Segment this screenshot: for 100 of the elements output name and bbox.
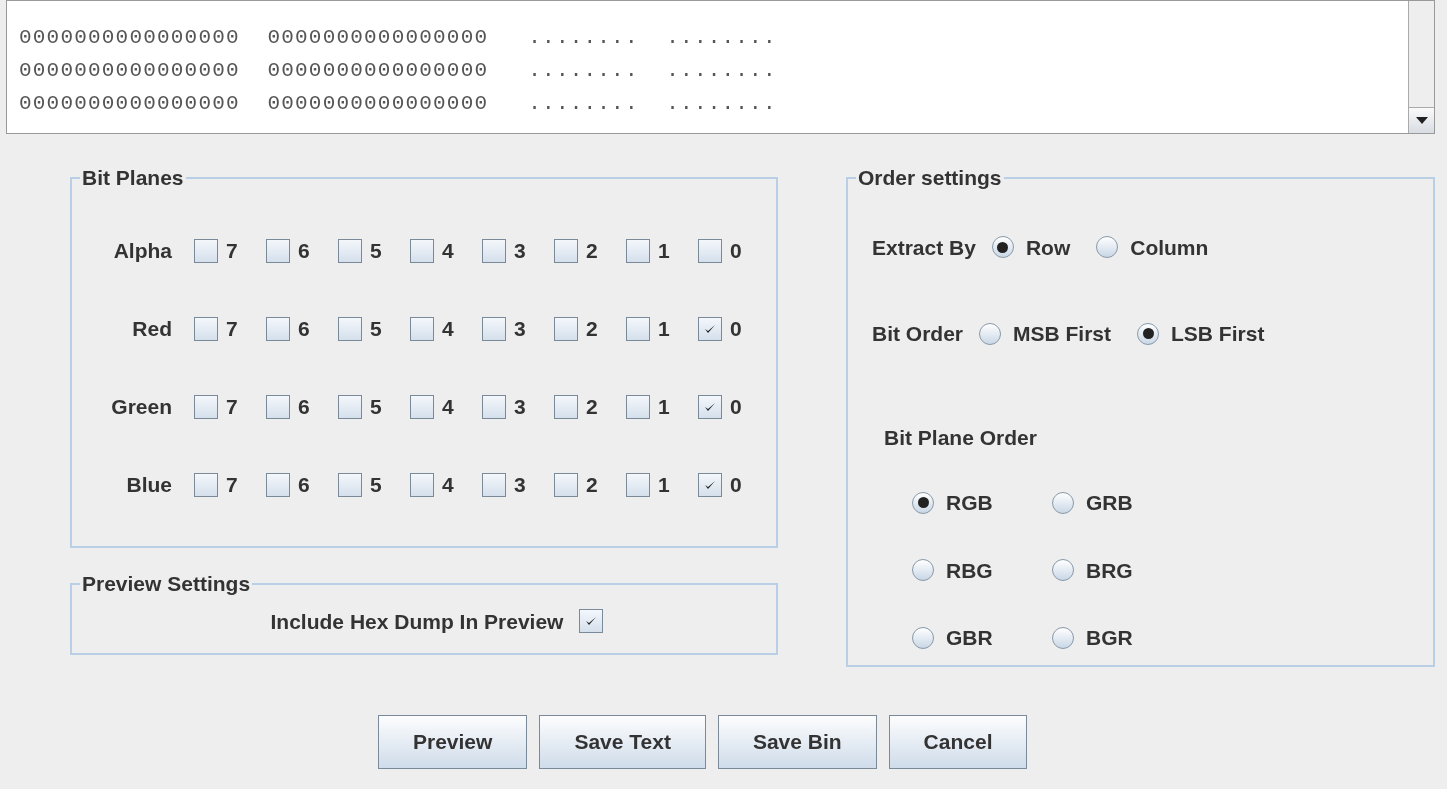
bit-label: 0 xyxy=(730,315,742,342)
bit-label: 5 xyxy=(370,393,382,420)
checkbox[interactable] xyxy=(554,238,578,263)
checkbox[interactable] xyxy=(698,316,722,341)
radio-label: BRG xyxy=(1086,557,1133,584)
checkbox[interactable] xyxy=(194,316,218,341)
radio-button[interactable] xyxy=(912,559,934,582)
hex-text: 0000000000000000 0000000000000000 xyxy=(19,24,489,51)
checkbox[interactable] xyxy=(266,316,290,341)
radio-button[interactable] xyxy=(1137,322,1160,345)
radio-button[interactable] xyxy=(991,236,1014,259)
bit-label: 1 xyxy=(658,393,670,420)
checkbox[interactable] xyxy=(626,472,650,497)
hex-text: 0000000000000000 0000000000000000 xyxy=(19,57,489,84)
radio-label: GBR xyxy=(946,625,993,651)
bit-label: 7 xyxy=(226,393,238,420)
bit-label: 3 xyxy=(514,237,526,264)
checkbox[interactable] xyxy=(410,238,434,263)
radio-button[interactable] xyxy=(979,322,1001,345)
radio-label: RGB xyxy=(946,490,993,516)
bit-label: 2 xyxy=(586,393,598,420)
dialog-button[interactable]: Save Text xyxy=(539,715,706,769)
checkbox[interactable] xyxy=(698,238,722,263)
option-label: Bit Order xyxy=(872,321,963,347)
ascii-text: ........ ........ xyxy=(528,24,777,51)
bit-label: 0 xyxy=(730,237,742,264)
bit-label: 2 xyxy=(586,315,598,342)
radio-label: BGR xyxy=(1086,625,1133,651)
checkbox[interactable] xyxy=(338,238,362,263)
checkbox[interactable] xyxy=(338,316,362,341)
channel-label: Alpha xyxy=(112,237,172,264)
bit-label: 1 xyxy=(658,471,670,498)
checkbox[interactable] xyxy=(482,472,506,497)
bit-label: 0 xyxy=(730,471,742,498)
checkbox[interactable] xyxy=(482,394,506,419)
bit-label: 5 xyxy=(370,315,382,342)
checkbox[interactable] xyxy=(194,238,218,263)
scroll-down-icon[interactable] xyxy=(1409,107,1434,133)
radio-label: GRB xyxy=(1086,490,1133,516)
dialog-button[interactable]: Save Bin xyxy=(717,715,877,769)
checkbox[interactable] xyxy=(194,394,218,419)
checkbox[interactable] xyxy=(194,472,218,497)
radio-button[interactable] xyxy=(1052,491,1074,514)
checkbox[interactable] xyxy=(482,238,506,263)
checkbox[interactable] xyxy=(626,394,650,419)
bit-label: 0 xyxy=(730,393,742,420)
bit-label: 7 xyxy=(226,471,238,498)
bit-label: 1 xyxy=(658,315,670,342)
radio-label: Row xyxy=(1025,234,1071,261)
checkbox[interactable] xyxy=(338,394,362,419)
bit-label: 4 xyxy=(442,315,454,342)
checkbox[interactable] xyxy=(626,316,650,341)
radio-button[interactable] xyxy=(1052,626,1074,649)
checkbox[interactable] xyxy=(338,472,362,497)
scrollbar[interactable] xyxy=(1408,1,1434,133)
bit-label: 6 xyxy=(298,471,310,498)
bit-label: 6 xyxy=(298,315,310,342)
bit-label: 7 xyxy=(226,237,238,264)
dialog-button[interactable]: Cancel xyxy=(888,715,1028,769)
checkbox[interactable] xyxy=(482,316,506,341)
bit-label: 2 xyxy=(586,237,598,264)
radio-label: LSB First xyxy=(1171,321,1265,347)
checkbox[interactable] xyxy=(698,472,722,497)
bit-label: 6 xyxy=(298,393,310,420)
radio-button[interactable] xyxy=(1096,236,1119,259)
radio-button[interactable] xyxy=(912,626,934,649)
channel-label: Blue xyxy=(125,471,172,498)
bit-label: 2 xyxy=(586,471,598,498)
checkbox[interactable] xyxy=(698,394,722,419)
checkbox[interactable] xyxy=(626,238,650,263)
bit-label: 3 xyxy=(514,393,526,420)
checkbox[interactable] xyxy=(410,394,434,419)
group-title: Bit Planes xyxy=(81,165,185,191)
bit-label: 5 xyxy=(370,471,382,498)
checkbox[interactable] xyxy=(554,316,578,341)
ascii-text: ........ ........ xyxy=(528,57,777,84)
radio-label: Column xyxy=(1130,234,1209,261)
bit-label: 4 xyxy=(442,237,454,264)
radio-button[interactable] xyxy=(1052,559,1074,582)
checkbox[interactable] xyxy=(410,316,434,341)
checkbox-label: Include Hex Dump In Preview xyxy=(270,608,564,635)
checkbox[interactable] xyxy=(554,394,578,419)
checkbox[interactable] xyxy=(266,394,290,419)
bit-label: 4 xyxy=(442,471,454,498)
checkbox[interactable] xyxy=(266,238,290,263)
hex-text: 0000000000000000 0000000000000000 xyxy=(19,90,489,117)
radio-button[interactable] xyxy=(912,491,934,514)
bit-label: 3 xyxy=(514,315,526,342)
ascii-text: ........ ........ xyxy=(528,90,777,117)
dialog-button[interactable]: Preview xyxy=(378,715,528,769)
bit-label: 5 xyxy=(370,237,382,264)
checkbox[interactable] xyxy=(266,472,290,497)
checkbox[interactable] xyxy=(579,609,604,634)
bit-label: 3 xyxy=(514,471,526,498)
checkbox[interactable] xyxy=(554,472,578,497)
channel-label: Red xyxy=(131,315,172,342)
radio-label: MSB First xyxy=(1013,321,1112,347)
bit-label: 6 xyxy=(298,237,310,264)
group-title: Order settings xyxy=(857,165,1003,191)
checkbox[interactable] xyxy=(410,472,434,497)
